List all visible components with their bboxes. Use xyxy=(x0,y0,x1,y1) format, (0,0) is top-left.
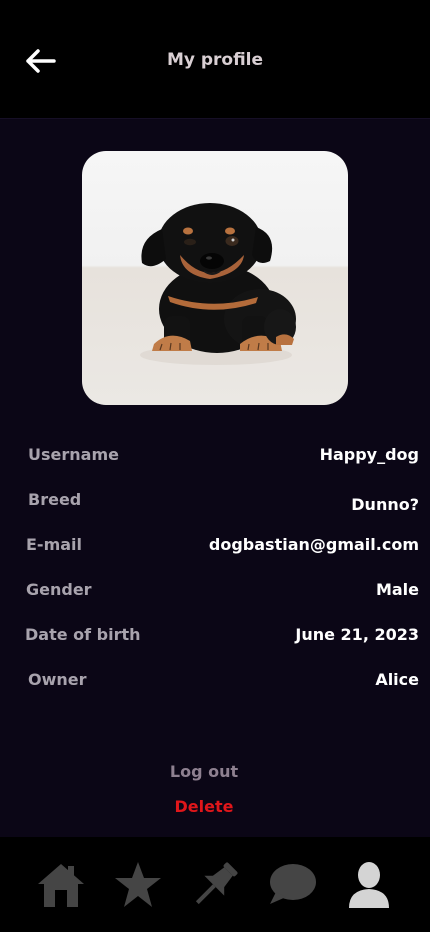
dachshund-puppy-photo xyxy=(140,203,296,365)
gender-value: Male xyxy=(375,580,419,599)
bottom-navigation xyxy=(0,837,430,932)
chat-bubble-icon xyxy=(270,864,316,904)
username-label: Username xyxy=(28,445,119,464)
page-title: My profile xyxy=(166,50,264,70)
date-of-birth-label: Date of birth xyxy=(25,625,141,644)
email-value: dogbastian@gmail.com xyxy=(208,535,419,554)
date-of-birth-value: June 21, 2023 xyxy=(295,625,419,644)
top-app-bar: My profile xyxy=(0,0,430,118)
profile-panel: Username Happy_dog Breed Dunno? E-mail d… xyxy=(0,118,430,837)
nav-home[interactable] xyxy=(33,857,89,913)
pin-icon xyxy=(195,862,238,905)
breed-label: Breed xyxy=(28,490,82,509)
owner-label: Owner xyxy=(28,670,87,689)
gender-label: Gender xyxy=(26,580,92,599)
nav-messages[interactable] xyxy=(264,857,320,913)
logout-button[interactable]: Log out xyxy=(0,762,408,781)
user-icon xyxy=(349,862,389,908)
nav-pinned[interactable] xyxy=(187,857,243,913)
star-icon xyxy=(115,862,161,907)
nav-profile[interactable] xyxy=(341,857,397,913)
owner-value: Alice xyxy=(375,670,419,689)
nav-favorites[interactable] xyxy=(110,857,166,913)
breed-value: Dunno? xyxy=(351,495,419,514)
email-label: E-mail xyxy=(26,535,83,554)
profile-photo xyxy=(82,151,348,405)
username-value: Happy_dog xyxy=(319,445,419,464)
delete-account-button[interactable]: Delete xyxy=(0,797,408,816)
home-icon xyxy=(38,864,84,907)
